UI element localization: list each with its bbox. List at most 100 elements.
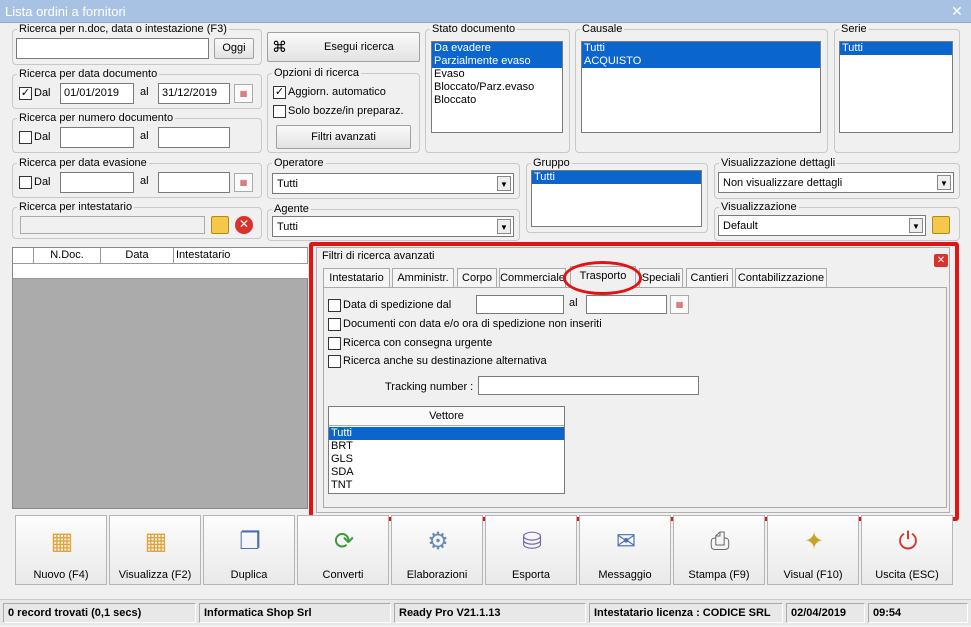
agent-value: Tutti: [277, 221, 298, 233]
today-button[interactable]: Oggi: [214, 38, 254, 59]
eval-from-input[interactable]: [60, 172, 134, 193]
chevron-down-icon[interactable]: ▼: [909, 218, 923, 233]
exit-label: Uscita (ESC): [875, 569, 939, 581]
operator-value: Tutti: [277, 178, 298, 190]
list-item[interactable]: BRT: [329, 440, 564, 453]
group-legend: Gruppo: [533, 157, 570, 169]
visual-button[interactable]: ✦ Visual (F10): [767, 515, 859, 585]
folder-icon[interactable]: [211, 216, 229, 234]
view-value: Default: [723, 220, 758, 232]
column-header-holder[interactable]: Intestatario: [174, 248, 308, 264]
holder-input[interactable]: [20, 216, 205, 234]
table-row[interactable]: [13, 264, 308, 279]
urgent-checkbox[interactable]: [328, 337, 341, 350]
eval-to-label: al: [140, 175, 149, 187]
drafts-checkbox[interactable]: [273, 105, 286, 118]
detail-view-select[interactable]: Non visualizzare dettagli ▼: [718, 172, 954, 193]
chevron-down-icon[interactable]: ▼: [497, 219, 511, 234]
auto-update-label: Aggiorn. automatico: [288, 86, 386, 98]
list-item[interactable]: Tutti: [840, 42, 952, 55]
view-folder-icon[interactable]: [932, 216, 950, 234]
no-ship-checkbox[interactable]: [328, 318, 341, 331]
calendar-icon[interactable]: ▦: [234, 84, 253, 103]
quick-search-input[interactable]: [16, 38, 209, 59]
eval-to-input[interactable]: [158, 172, 230, 193]
processing-button[interactable]: ⚙ Elaborazioni: [391, 515, 483, 585]
group-list[interactable]: Tutti: [531, 170, 702, 227]
ship-date-from-input[interactable]: [476, 295, 564, 314]
duplicate-icon: ❐: [239, 528, 261, 555]
list-item[interactable]: TNT: [329, 479, 564, 492]
list-item[interactable]: SDA: [329, 466, 564, 479]
eval-calendar-icon[interactable]: ▦: [234, 173, 253, 192]
ship-date-to-label: al: [569, 297, 578, 309]
auto-update-checkbox[interactable]: ✓: [273, 86, 286, 99]
status-date: 02/04/2019: [786, 603, 865, 623]
wand-icon: ✦: [803, 528, 825, 555]
vettore-list[interactable]: Vettore Tutti BRT GLS SDA TNT: [328, 406, 565, 494]
chevron-down-icon[interactable]: ▼: [497, 176, 511, 191]
detail-view-value: Non visualizzare dettagli: [723, 177, 843, 189]
agent-select[interactable]: Tutti ▼: [272, 216, 514, 237]
number-to-input[interactable]: [158, 127, 230, 148]
view-label: Visualizza (F2): [118, 569, 192, 581]
date-enabled-checkbox[interactable]: ✓: [19, 87, 32, 100]
serie-list[interactable]: Tutti: [839, 41, 953, 133]
new-button[interactable]: ▦ Nuovo (F4): [15, 515, 107, 585]
list-item[interactable]: Parzialmente evaso: [432, 55, 562, 68]
list-item[interactable]: Bloccato: [432, 94, 562, 107]
message-label: Messaggio: [598, 569, 652, 581]
ship-date-checkbox[interactable]: [328, 299, 341, 312]
view-select[interactable]: Default ▼: [718, 215, 926, 236]
ship-date-to-input[interactable]: [586, 295, 667, 314]
view-button[interactable]: ▦ Visualizza (F2): [109, 515, 201, 585]
doc-status-list[interactable]: Da evadere Parzialmente evaso Evaso Bloc…: [431, 41, 563, 133]
operator-select[interactable]: Tutti ▼: [272, 173, 514, 194]
list-item[interactable]: Evaso: [432, 68, 562, 81]
envelope-icon: ✉: [615, 528, 637, 555]
list-item[interactable]: Da evadere: [432, 42, 562, 55]
list-item[interactable]: Tutti: [532, 171, 701, 184]
run-search-button[interactable]: ⌘ Esegui ricerca: [267, 32, 420, 62]
list-item[interactable]: GLS: [329, 453, 564, 466]
date-from-input[interactable]: 01/01/2019: [60, 83, 134, 104]
serie-legend: Serie: [841, 23, 867, 35]
causale-list[interactable]: Tutti ACQUISTO: [581, 41, 821, 133]
list-item[interactable]: Tutti: [329, 427, 564, 440]
urgent-label: Ricerca con consegna urgente: [343, 337, 493, 349]
list-item[interactable]: Bloccato/Parz.evaso: [432, 81, 562, 94]
chevron-down-icon[interactable]: ▼: [937, 175, 951, 190]
number-from-input[interactable]: [60, 127, 134, 148]
print-button[interactable]: ⎙ Stampa (F9): [673, 515, 765, 585]
number-enabled-checkbox[interactable]: [19, 131, 32, 144]
results-grid[interactable]: N.Doc. Data Intestatario: [12, 247, 308, 509]
date-to-input[interactable]: 31/12/2019: [158, 83, 230, 104]
ship-calendar-icon[interactable]: ▦: [670, 295, 689, 314]
list-item[interactable]: ACQUISTO: [582, 55, 820, 68]
detail-view-legend: Visualizzazione dettagli: [721, 157, 836, 169]
eval-enabled-checkbox[interactable]: [19, 176, 32, 189]
date-search-legend: Ricerca per data documento: [19, 68, 158, 80]
number-to-label: al: [140, 130, 149, 142]
convert-button[interactable]: ⟳ Converti: [297, 515, 389, 585]
advanced-filters-button[interactable]: Filtri avanzati: [276, 125, 411, 149]
duplicate-button[interactable]: ❐ Duplica: [203, 515, 295, 585]
close-icon[interactable]: ✕: [949, 4, 965, 18]
drafts-label: Solo bozze/in preparaz.: [288, 105, 404, 117]
printer-icon: ⎙: [710, 528, 730, 555]
number-from-label: Dal: [34, 131, 51, 143]
message-button[interactable]: ✉ Messaggio: [579, 515, 671, 585]
column-header-ndoc[interactable]: N.Doc.: [34, 248, 101, 264]
clear-icon[interactable]: ✕: [235, 216, 253, 234]
status-license: Intestatario licenza : CODICE SRL: [589, 603, 783, 623]
search-options-legend: Opzioni di ricerca: [274, 67, 359, 79]
grid-corner: [13, 248, 34, 264]
list-item[interactable]: Tutti: [582, 42, 820, 55]
column-header-date[interactable]: Data: [101, 248, 174, 264]
export-label: Esporta: [512, 569, 550, 581]
exit-button[interactable]: ⏻ Uscita (ESC): [861, 515, 953, 585]
tracking-input[interactable]: [478, 376, 699, 395]
export-button[interactable]: ⛁ Esporta: [485, 515, 577, 585]
alt-dest-checkbox[interactable]: [328, 355, 341, 368]
doc-status-legend: Stato documento: [432, 23, 516, 35]
